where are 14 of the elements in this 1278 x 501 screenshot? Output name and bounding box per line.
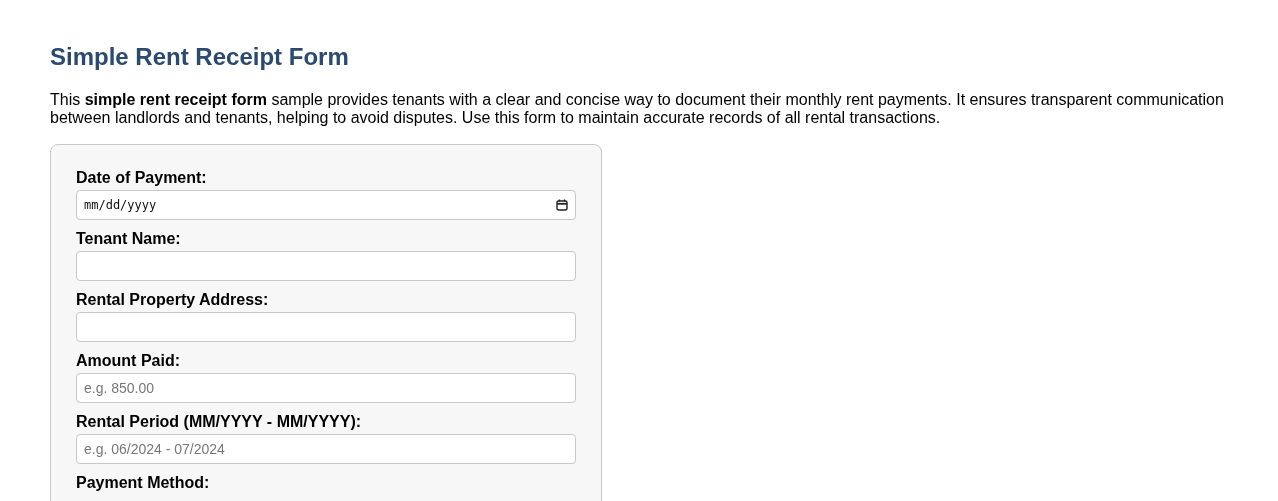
calendar-icon[interactable]: [556, 199, 568, 211]
field-label: Date of Payment:: [76, 169, 207, 187]
form-title: Simple Rent Receipt Form: [50, 42, 349, 72]
field-label: Rental Period (MM/YYYY - MM/YYYY):: [76, 413, 362, 431]
field-label: Rental Property Address:: [76, 291, 269, 309]
text-field[interactable]: [76, 312, 576, 342]
text-field[interactable]: e.g. 06/2024 - 07/2024: [76, 434, 576, 464]
text-field[interactable]: e.g. 850.00: [76, 373, 576, 403]
field-label: Amount Paid:: [76, 352, 180, 370]
intro-paragraph: This simple rent receipt form sample provides tenants with a clear and concise way to document their monthly rent payments. It ensures transparent communication between landlords and tenants, helping to avoid disputes. Use this form to maintain accurate records of all rental transactions.: [50, 91, 1225, 127]
text-field[interactable]: [76, 251, 576, 281]
date-field[interactable]: mm/dd/yyyy: [76, 190, 576, 220]
field-label: Payment Method:: [76, 474, 210, 492]
field-label: Tenant Name:: [76, 230, 181, 248]
